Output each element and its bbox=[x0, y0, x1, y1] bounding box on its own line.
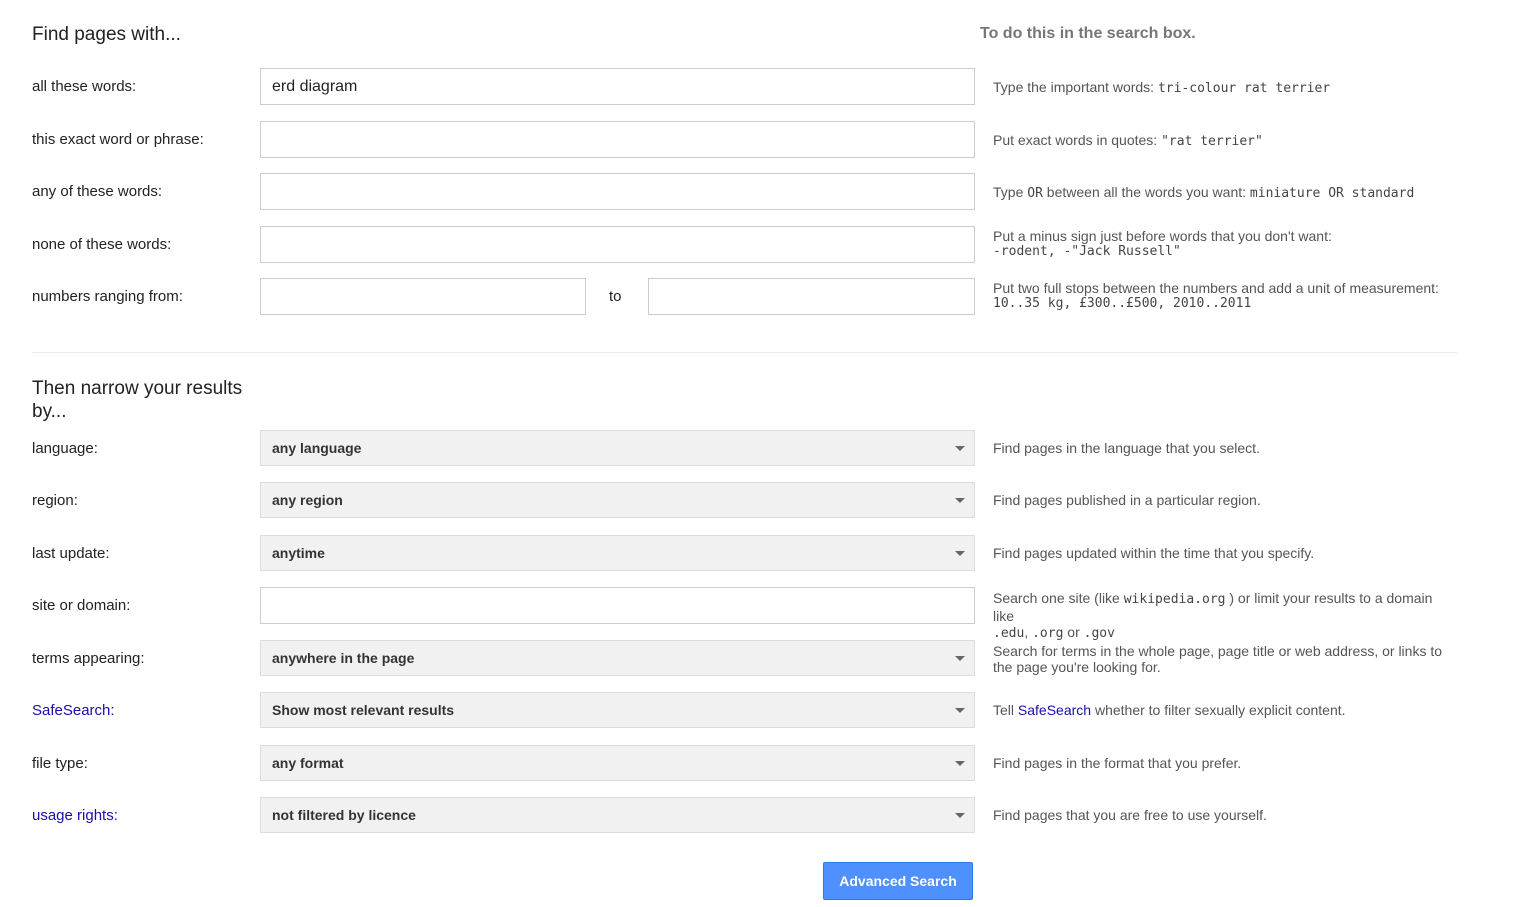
safesearch-select[interactable]: Show most relevant results bbox=[260, 692, 975, 728]
file-type-select[interactable]: any format bbox=[260, 745, 975, 781]
region-label: region: bbox=[32, 492, 78, 509]
safesearch-hint-link[interactable]: SafeSearch bbox=[1018, 702, 1091, 718]
any-words-hint: Type OR between all the words you want: … bbox=[993, 184, 1415, 201]
region-selected-value: any region bbox=[272, 492, 343, 508]
safesearch-label: SafeSearch: bbox=[32, 702, 115, 719]
all-words-input[interactable] bbox=[260, 68, 975, 105]
usage-rights-select[interactable]: not filtered by licence bbox=[260, 797, 975, 833]
language-select[interactable]: any language bbox=[260, 430, 975, 466]
language-label: language: bbox=[32, 440, 98, 457]
usage-rights-selected-value: not filtered by licence bbox=[272, 807, 416, 823]
terms-appearing-label: terms appearing: bbox=[32, 650, 145, 667]
dropdown-arrow-icon bbox=[955, 446, 965, 451]
search-box-hint-header: To do this in the search box. bbox=[980, 25, 1196, 42]
last-update-selected-value: anytime bbox=[272, 545, 325, 561]
dropdown-arrow-icon bbox=[955, 813, 965, 818]
dropdown-arrow-icon bbox=[955, 656, 965, 661]
region-select[interactable]: any region bbox=[260, 482, 975, 518]
dropdown-arrow-icon bbox=[955, 498, 965, 503]
usage-rights-label-link[interactable]: usage rights bbox=[32, 807, 114, 824]
file-type-label: file type: bbox=[32, 755, 88, 772]
file-type-selected-value: any format bbox=[272, 755, 344, 771]
all-words-label: all these words: bbox=[32, 78, 137, 95]
usage-rights-hint: Find pages that you are free to use your… bbox=[993, 807, 1267, 823]
narrow-results-title: Then narrow your results by... bbox=[32, 378, 243, 422]
language-selected-value: any language bbox=[272, 440, 362, 456]
none-words-label: none of these words: bbox=[32, 236, 172, 253]
usage-rights-label: usage rights: bbox=[32, 807, 118, 824]
numbers-to-input[interactable] bbox=[648, 278, 975, 315]
numbers-to-label: to bbox=[609, 288, 622, 305]
advanced-search-button[interactable]: Advanced Search bbox=[823, 862, 973, 900]
site-domain-hint: Search one site (like wikipedia.org ) or… bbox=[993, 590, 1433, 641]
numbers-from-input[interactable] bbox=[260, 278, 586, 315]
region-hint: Find pages published in a particular reg… bbox=[993, 492, 1261, 508]
numbers-range-label: numbers ranging from: bbox=[32, 288, 183, 305]
terms-appearing-selected-value: anywhere in the page bbox=[272, 650, 415, 666]
safesearch-hint: Tell SafeSearch whether to filter sexual… bbox=[993, 702, 1346, 718]
last-update-label: last update: bbox=[32, 545, 110, 562]
file-type-hint: Find pages in the format that you prefer… bbox=[993, 755, 1242, 771]
last-update-hint: Find pages updated within the time that … bbox=[993, 545, 1315, 561]
find-pages-title: Find pages with... bbox=[32, 24, 181, 45]
dropdown-arrow-icon bbox=[955, 761, 965, 766]
none-words-hint: Put a minus sign just before words that … bbox=[993, 228, 1332, 259]
site-domain-input[interactable] bbox=[260, 587, 975, 624]
section-divider bbox=[32, 352, 1457, 353]
exact-phrase-hint: Put exact words in quotes: "rat terrier" bbox=[993, 132, 1263, 149]
exact-phrase-label: this exact word or phrase: bbox=[32, 131, 204, 148]
dropdown-arrow-icon bbox=[955, 708, 965, 713]
all-words-hint: Type the important words: tri-colour rat… bbox=[993, 79, 1331, 96]
terms-appearing-select[interactable]: anywhere in the page bbox=[260, 640, 975, 676]
site-domain-label: site or domain: bbox=[32, 597, 131, 614]
safesearch-label-link[interactable]: SafeSearch bbox=[32, 702, 110, 719]
safesearch-selected-value: Show most relevant results bbox=[272, 702, 455, 718]
none-words-input[interactable] bbox=[260, 226, 975, 263]
language-hint: Find pages in the language that you sele… bbox=[993, 440, 1260, 456]
dropdown-arrow-icon bbox=[955, 551, 965, 556]
any-words-input[interactable] bbox=[260, 173, 975, 210]
exact-phrase-input[interactable] bbox=[260, 121, 975, 158]
any-words-label: any of these words: bbox=[32, 183, 163, 200]
terms-appearing-hint: Search for terms in the whole page, page… bbox=[993, 643, 1443, 675]
last-update-select[interactable]: anytime bbox=[260, 535, 975, 571]
numbers-range-hint: Put two full stops between the numbers a… bbox=[993, 280, 1439, 311]
